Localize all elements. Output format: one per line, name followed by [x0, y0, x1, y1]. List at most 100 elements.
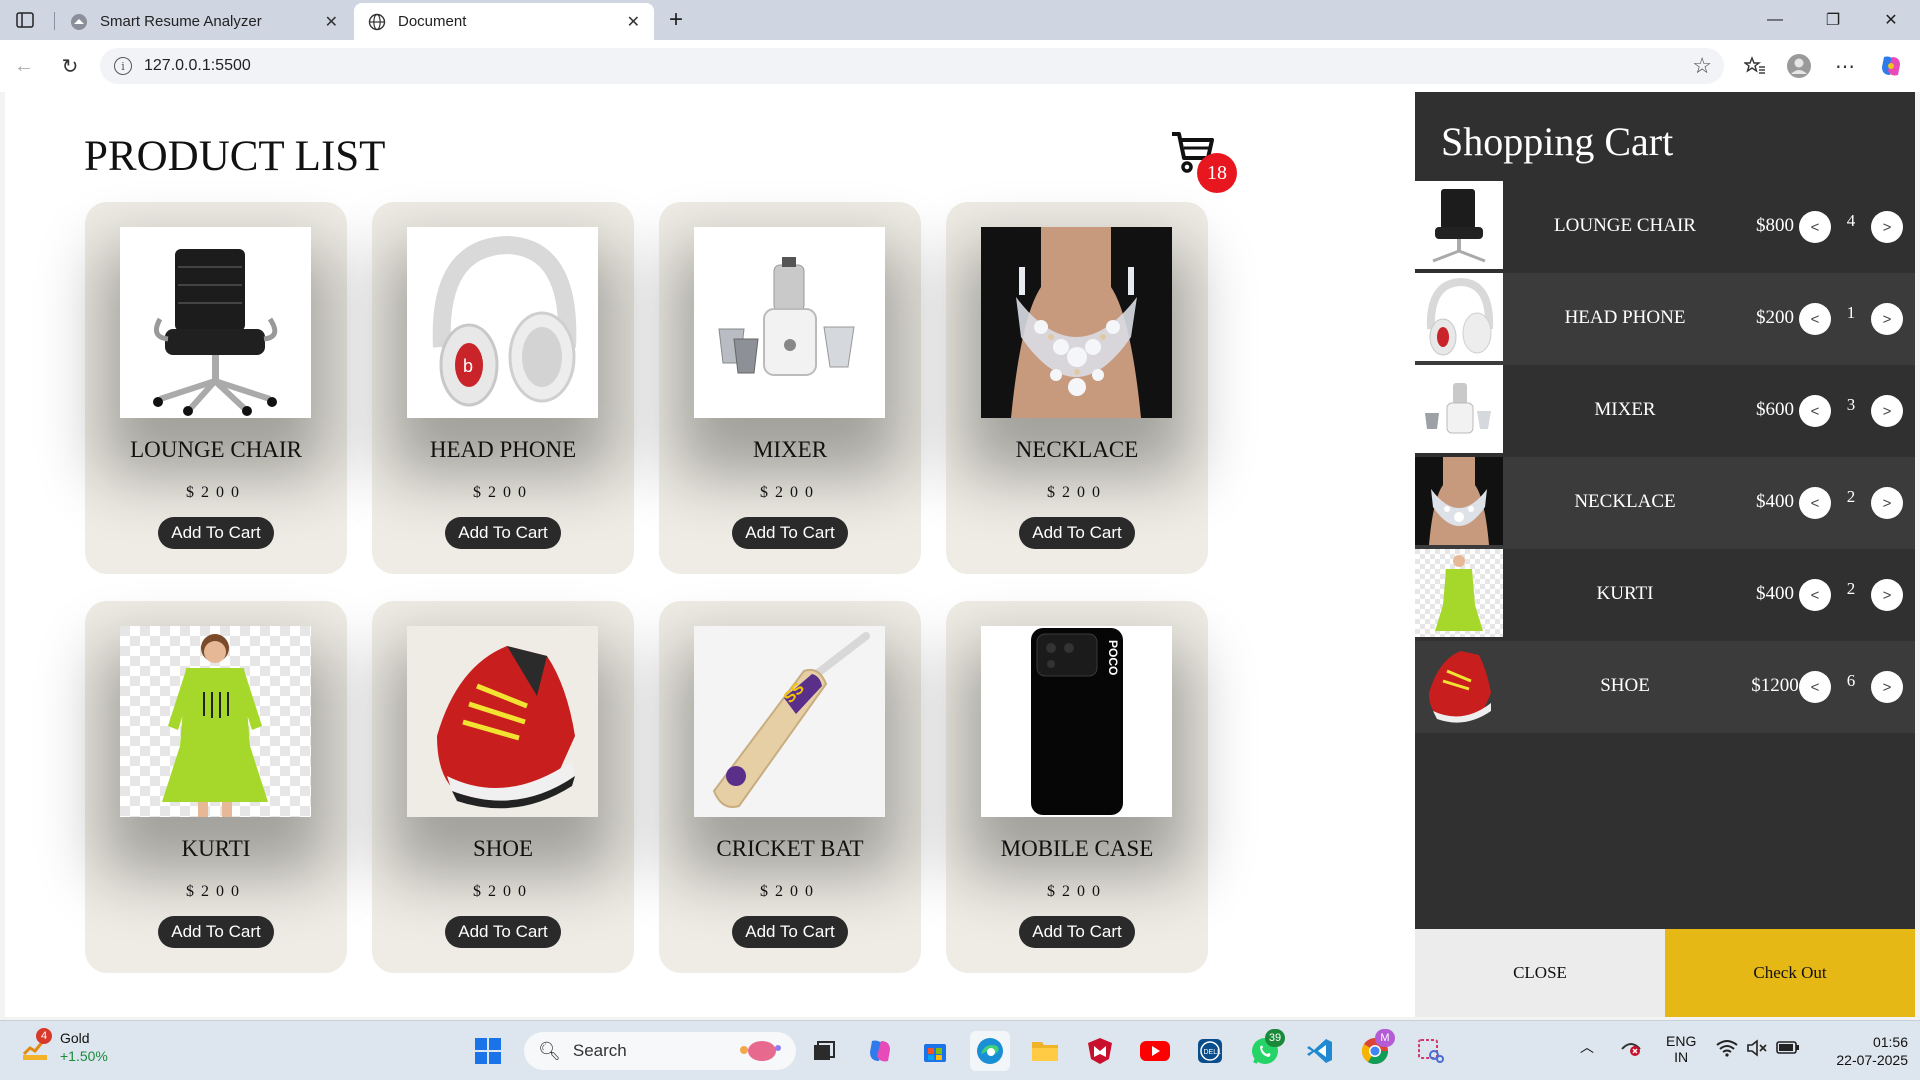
- volume-muted-icon[interactable]: [1746, 1039, 1768, 1060]
- add-to-cart-button[interactable]: Add To Cart: [1019, 517, 1135, 549]
- cart-item-qty: 2: [1846, 579, 1856, 598]
- product-price: $200: [186, 883, 246, 900]
- decrease-qty-button[interactable]: <: [1799, 395, 1831, 427]
- increase-qty-button[interactable]: >: [1871, 395, 1903, 427]
- cart-item-name: SHOE: [1600, 675, 1650, 696]
- copilot-app-icon[interactable]: [860, 1031, 900, 1071]
- svg-text:POCO: POCO: [1106, 640, 1120, 675]
- taskbar-search[interactable]: 🔍︎ Search: [524, 1032, 796, 1070]
- favorites-icon[interactable]: [1738, 50, 1772, 82]
- site-favicon-icon: [70, 13, 88, 31]
- add-to-cart-button[interactable]: Add To Cart: [158, 916, 274, 948]
- product-name: KURTI: [181, 836, 251, 861]
- product-image-lounge-chair: [120, 227, 311, 418]
- svg-text:DELL: DELL: [1204, 1049, 1222, 1056]
- increase-qty-button[interactable]: >: [1871, 579, 1903, 611]
- show-hidden-icons[interactable]: ︿: [1580, 1039, 1594, 1055]
- battery-icon[interactable]: [1776, 1039, 1800, 1058]
- increase-qty-button[interactable]: >: [1871, 211, 1903, 243]
- cart-item-qty: 6: [1846, 671, 1856, 690]
- refresh-icon[interactable]: ↻: [54, 50, 86, 82]
- edge-browser-icon[interactable]: [970, 1031, 1010, 1071]
- system-clock[interactable]: 01:56 22-07-2025: [1812, 1033, 1908, 1069]
- decrease-qty-button[interactable]: <: [1799, 487, 1831, 519]
- increase-qty-button[interactable]: >: [1871, 671, 1903, 703]
- new-tab-button[interactable]: +: [660, 4, 692, 36]
- tab-document[interactable]: Document ✕: [354, 3, 654, 40]
- product-image-head-phone: b: [407, 227, 598, 418]
- add-to-cart-button[interactable]: Add To Cart: [732, 517, 848, 549]
- add-to-cart-button[interactable]: Add To Cart: [445, 916, 561, 948]
- shopping-cart-panel: Shopping Cart LOUNGE CHAIR $800 < 4 > HE…: [1415, 92, 1915, 1017]
- product-price: $200: [1047, 883, 1107, 900]
- product-image-mixer: [694, 227, 885, 418]
- tab-close-icon[interactable]: ✕: [627, 12, 640, 32]
- mcafee-icon[interactable]: [1080, 1031, 1120, 1071]
- product-card-cricket-bat: SS CRICKET BAT $200 Add To Cart: [659, 601, 921, 973]
- search-icon: 🔍︎: [538, 1040, 561, 1061]
- restore-icon[interactable]: ❐: [1804, 0, 1862, 40]
- product-name: LOUNGE CHAIR: [130, 437, 302, 462]
- youtube-icon[interactable]: [1135, 1031, 1175, 1071]
- cart-count-badge: 18: [1197, 153, 1237, 193]
- cart-title: Shopping Cart: [1441, 119, 1674, 164]
- cart-item-kurti: KURTI $400 < 2 >: [1415, 549, 1915, 641]
- decrease-qty-button[interactable]: <: [1799, 579, 1831, 611]
- cart-thumb-necklace: [1415, 457, 1503, 545]
- whatsapp-badge: 39: [1265, 1029, 1285, 1047]
- product-card-necklace: NECKLACE $200 Add To Cart: [946, 202, 1208, 574]
- clock-date: 22-07-2025: [1836, 1052, 1908, 1068]
- tab-title: Document: [398, 13, 467, 30]
- tab-actions-icon[interactable]: [8, 4, 42, 36]
- decrease-qty-button[interactable]: <: [1799, 303, 1831, 335]
- task-view-icon[interactable]: [804, 1031, 844, 1071]
- windows-start-icon[interactable]: [468, 1031, 508, 1071]
- increase-qty-button[interactable]: >: [1871, 487, 1903, 519]
- address-bar[interactable]: i 127.0.0.1:5500 ☆: [100, 48, 1724, 84]
- back-icon[interactable]: ←: [8, 50, 40, 82]
- snipping-tool-icon[interactable]: [1410, 1031, 1450, 1071]
- network-alert-icon[interactable]: [1620, 1037, 1642, 1060]
- file-explorer-icon[interactable]: [1025, 1031, 1065, 1071]
- microsoft-store-icon[interactable]: [915, 1031, 955, 1071]
- product-name: MIXER: [752, 437, 828, 462]
- vscode-icon[interactable]: [1300, 1031, 1340, 1071]
- dell-icon[interactable]: DELL: [1190, 1031, 1230, 1071]
- cart-item-necklace: NECKLACE $400 < 2 >: [1415, 457, 1915, 549]
- tab-title: Smart Resume Analyzer: [100, 13, 262, 30]
- language-top[interactable]: ENG: [1666, 1033, 1696, 1049]
- product-image-kurti: [120, 626, 311, 817]
- cart-item-qty: 2: [1846, 487, 1856, 506]
- minimize-icon[interactable]: —: [1746, 0, 1804, 40]
- close-window-icon[interactable]: ✕: [1862, 0, 1920, 40]
- decrease-qty-button[interactable]: <: [1799, 211, 1831, 243]
- tab-smart-resume-analyzer[interactable]: Smart Resume Analyzer ✕: [56, 3, 352, 40]
- add-to-cart-button[interactable]: Add To Cart: [732, 916, 848, 948]
- add-to-cart-button[interactable]: Add To Cart: [445, 517, 561, 549]
- product-price: $200: [760, 484, 820, 501]
- cart-item-mixer: MIXER $600 < 3 >: [1415, 365, 1915, 457]
- globe-icon: [368, 13, 386, 31]
- language-bottom[interactable]: IN: [1666, 1049, 1696, 1065]
- tab-close-icon[interactable]: ✕: [325, 12, 338, 32]
- checkout-button[interactable]: Check Out: [1665, 929, 1915, 1017]
- decrease-qty-button[interactable]: <: [1799, 671, 1831, 703]
- page-title: PRODUCT LIST: [84, 133, 386, 180]
- favorite-star-icon[interactable]: ☆: [1692, 53, 1712, 79]
- tab-separator: [54, 12, 55, 30]
- close-cart-button[interactable]: CLOSE: [1415, 929, 1665, 1017]
- profile-avatar-icon[interactable]: [1782, 50, 1816, 82]
- cart-item-name: NECKLACE: [1574, 491, 1676, 512]
- add-to-cart-button[interactable]: Add To Cart: [1019, 916, 1135, 948]
- product-name: NECKLACE: [1015, 437, 1139, 462]
- copilot-icon[interactable]: [1874, 50, 1908, 82]
- increase-qty-button[interactable]: >: [1871, 303, 1903, 335]
- wifi-icon[interactable]: [1716, 1039, 1738, 1060]
- product-card-mobile-case: POCO MOBILE CASE $200 Add To Cart: [946, 601, 1208, 973]
- more-options-icon[interactable]: ⋯: [1828, 50, 1862, 82]
- add-to-cart-button[interactable]: Add To Cart: [158, 517, 274, 549]
- widgets-weather[interactable]: 4 Gold +1.50%: [20, 1028, 108, 1065]
- product-image-shoe: [407, 626, 598, 817]
- clock-time: 01:56: [1872, 1034, 1908, 1050]
- site-info-icon[interactable]: i: [114, 57, 132, 75]
